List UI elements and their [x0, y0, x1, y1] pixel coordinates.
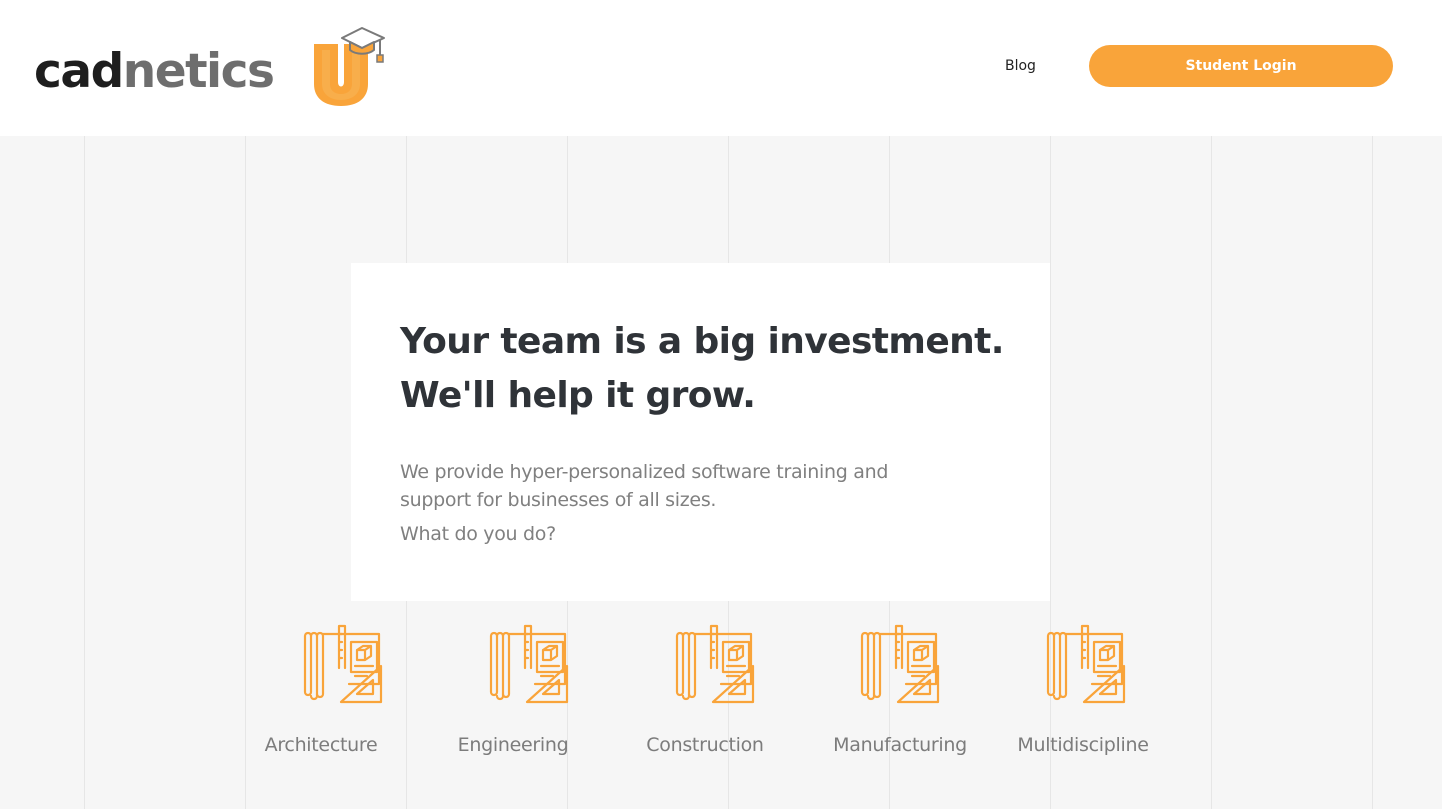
blueprint-tools-icon [860, 624, 940, 704]
blueprint-tools-icon [303, 624, 383, 704]
hero-headline-line1: Your team is a big investment. [400, 321, 1004, 362]
industry-label: Multidiscipline [1017, 734, 1149, 756]
student-login-button[interactable]: Student Login [1089, 45, 1393, 87]
grid-line [1211, 136, 1212, 809]
industry-label: Manufacturing [833, 734, 967, 756]
grid-line [1372, 136, 1373, 809]
logo-wordmark-dark: cad [34, 44, 124, 99]
blueprint-tools-icon [489, 624, 569, 704]
industry-label: Engineering [457, 734, 569, 756]
hero-headline: Your team is a big investment. We'll hel… [400, 315, 1040, 423]
hero-card: Your team is a big investment. We'll hel… [351, 263, 1050, 601]
logo-wordmark-gray: netics [122, 44, 275, 99]
blueprint-tools-icon [675, 624, 755, 704]
blueprint-tools-icon [1046, 624, 1126, 704]
industry-architecture[interactable]: Architecture [226, 620, 416, 760]
hero-question: What do you do? [400, 523, 556, 545]
hero-description: We provide hyper-personalized software t… [400, 461, 889, 511]
site-header: cadnetics Blog Student Login [0, 0, 1442, 136]
cadnetics-u-logo[interactable]: cadnetics [32, 26, 392, 110]
logo-u-graduation-cap-icon [314, 27, 385, 106]
industry-label: Architecture [264, 734, 378, 756]
industry-construction[interactable]: Construction [610, 620, 800, 760]
industry-label: Construction [646, 734, 764, 756]
nav-blog-link[interactable]: Blog [1005, 56, 1036, 76]
industry-manufacturing[interactable]: Manufacturing [805, 620, 995, 760]
grid-line [84, 136, 85, 809]
logo-wordmark: cadnetics [34, 42, 275, 102]
hero-headline-line2: We'll help it grow. [400, 375, 756, 416]
industry-engineering[interactable]: Engineering [418, 620, 608, 760]
industry-multidiscipline[interactable]: Multidiscipline [988, 620, 1178, 760]
